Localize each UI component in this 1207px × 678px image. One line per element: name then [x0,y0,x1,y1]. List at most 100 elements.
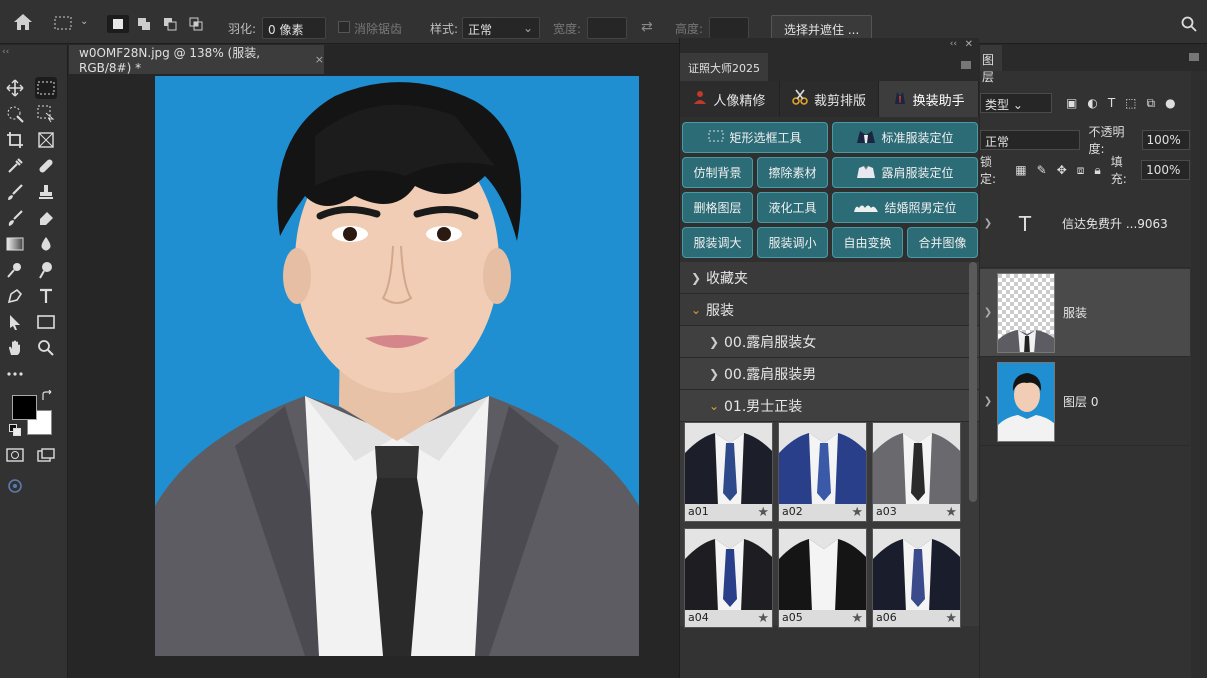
gradient-tool-icon[interactable] [4,233,26,255]
favorite-star-icon[interactable]: ★ [945,505,957,520]
tree-item-mens-formal[interactable]: ⌄ 01.男士正装 [680,390,979,422]
eraser-tool-icon[interactable] [35,207,57,229]
favorite-star-icon[interactable]: ★ [757,505,769,520]
brush-tool-icon[interactable] [4,181,26,203]
tree-scrollbar[interactable] [969,262,977,502]
clothes-thumbnail[interactable]: a02 ★ [778,422,867,522]
new-selection-icon[interactable] [107,15,129,33]
layers-menu-icon[interactable] [1189,53,1199,61]
object-select-tool-icon[interactable] [35,103,57,125]
close-document-icon[interactable]: × [315,53,324,66]
lock-all-icon[interactable]: 🔒︎ [1094,163,1100,178]
tool-preset-chevron-icon[interactable]: ⌄ [80,16,88,27]
clothes-thumbnail[interactable]: a04 ★ [684,528,773,628]
adjustment-filter-icon[interactable]: ◐ [1087,96,1097,111]
plugin-title-tab[interactable]: 证照大师2025 [680,53,768,81]
swap-width-height-icon[interactable]: ⇄ [641,19,653,35]
home-icon[interactable] [12,12,34,32]
marquee-tool-icon[interactable] [35,77,57,99]
collapse-panel-icon[interactable]: ‹‹ [950,39,957,49]
dodge-tool-icon[interactable] [4,259,26,281]
tree-item-off-shoulder-male[interactable]: ❯ 00.露肩服装男 [680,358,979,390]
sponge-tool-icon[interactable] [35,259,57,281]
rect-marquee-icon[interactable] [54,16,74,30]
liquify-tool-button[interactable]: 液化工具 [757,192,828,223]
crop-tool-icon[interactable] [4,129,26,151]
screen-mode-icon[interactable] [35,444,57,466]
hand-tool-icon[interactable] [4,337,26,359]
pen-tool-icon[interactable] [4,285,26,307]
erase-material-button[interactable]: 擦除素材 [757,157,828,188]
tab-clothes-change[interactable]: 换装助手 [879,81,980,117]
favorite-star-icon[interactable]: ★ [851,505,863,520]
quick-select-tool-icon[interactable] [4,103,26,125]
type-filter-icon[interactable]: T [1108,96,1115,111]
favorite-star-icon[interactable]: ★ [945,611,957,626]
type-tool-icon[interactable] [35,285,57,307]
swap-colors-icon[interactable] [40,389,54,403]
default-colors-icon[interactable] [8,423,22,437]
antialias-checkbox[interactable] [338,21,350,33]
style-select[interactable]: 正常 ⌄ [462,17,540,39]
tree-item-off-shoulder-female[interactable]: ❯ 00.露肩服装女 [680,326,979,358]
tree-item-clothes[interactable]: ⌄ 服装 [680,294,979,326]
favorite-star-icon[interactable]: ★ [757,611,769,626]
move-tool-icon[interactable] [4,77,26,99]
panel-menu-icon[interactable] [961,61,971,69]
document-tab[interactable]: w0OMF28N.jpg @ 138% (服装, RGB/8#) * × [69,45,324,75]
favorite-star-icon[interactable]: ★ [851,611,863,626]
clothes-thumbnail[interactable]: a06 ★ [872,528,961,628]
rect-marquee-button[interactable]: 矩形选框工具 [682,122,828,153]
merge-image-button[interactable]: 合并图像 [907,227,978,258]
image-filter-icon[interactable]: ▣ [1066,96,1077,111]
layer-filter-select[interactable]: 类型 ⌄ [980,93,1052,113]
lock-transparency-icon[interactable]: ▦ [1015,163,1026,178]
layer-row-image[interactable]: ❯ 图层 0 [980,358,1190,446]
lock-pixels-icon[interactable]: ✎ [1037,163,1047,178]
rectangle-tool-icon[interactable] [35,311,57,333]
close-panel-icon[interactable]: ✕ [965,39,973,50]
collapse-toolbar-icon[interactable]: ‹‹ [2,47,9,57]
clothes-thumbnail[interactable]: a03 ★ [872,422,961,522]
photo-canvas[interactable] [155,76,639,656]
wedding-male-position-button[interactable]: 结婚照男定位 [832,192,978,223]
lock-position-icon[interactable]: ✥ [1057,163,1067,178]
clothes-thumbnail[interactable]: a05 ★ [778,528,867,628]
clone-background-button[interactable]: 仿制背景 [682,157,753,188]
enlarge-clothes-button[interactable]: 服装调大 [682,227,753,258]
history-brush-tool-icon[interactable] [4,207,26,229]
smart-object-filter-icon[interactable]: ⧉ [1147,96,1156,111]
width-input[interactable] [587,17,627,39]
shrink-clothes-button[interactable]: 服装调小 [757,227,828,258]
shape-filter-icon[interactable]: ⬚ [1125,96,1136,111]
height-input[interactable] [709,17,749,39]
opacity-input[interactable]: 100% [1141,130,1190,150]
zoom-tool-icon[interactable] [35,337,57,359]
layer-expand-icon[interactable]: ❯ [980,218,996,229]
share-icon[interactable] [4,475,26,497]
layers-tab[interactable]: 图层 [980,45,1002,84]
filter-toggle-icon[interactable]: ● [1165,96,1175,111]
off-shoulder-position-button[interactable]: 露肩服装定位 [832,157,978,188]
blend-mode-select[interactable]: 正常 [980,130,1081,150]
free-transform-button[interactable]: 自由变换 [832,227,903,258]
eyedropper-tool-icon[interactable] [4,155,26,177]
tab-portrait-retouch[interactable]: 人像精修 [680,81,780,117]
subtract-selection-icon[interactable] [159,15,181,33]
feather-input[interactable]: 0 像素 [262,17,326,39]
blur-tool-icon[interactable] [35,233,57,255]
fill-input[interactable]: 100% [1141,160,1191,180]
intersect-selection-icon[interactable] [185,15,207,33]
layer-expand-icon[interactable]: ❯ [980,396,996,407]
layer-row-clothes[interactable]: ❯ 服装 [980,269,1190,357]
more-tools-icon[interactable] [4,363,26,385]
tab-crop-layout[interactable]: 裁剪排版 [780,81,880,117]
layer-row-text[interactable]: ❯ T 信达免费升 ...9063 [980,180,1190,268]
clothes-thumbnail[interactable]: a01 ★ [684,422,773,522]
tree-item-favorites[interactable]: ❯ 收藏夹 [680,262,979,294]
frame-tool-icon[interactable] [35,129,57,151]
layer-expand-icon[interactable]: ❯ [980,307,996,318]
lock-artboard-icon[interactable]: ⧈ [1077,163,1085,178]
search-icon[interactable] [1181,16,1197,32]
quick-mask-icon[interactable] [4,444,26,466]
